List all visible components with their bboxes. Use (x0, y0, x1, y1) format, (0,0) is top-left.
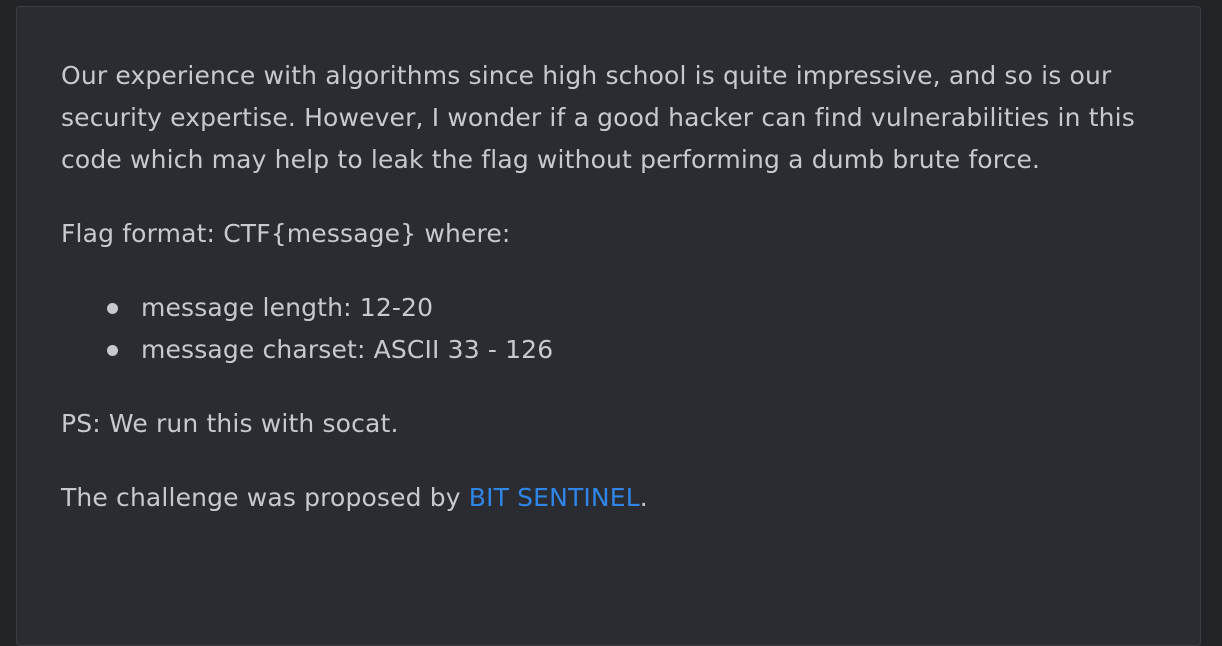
challenge-description: Our experience with algorithms since hig… (61, 55, 1171, 551)
requirements-list: message length: 12-20 message charset: A… (61, 287, 1171, 371)
list-item: message charset: ASCII 33 - 126 (107, 329, 1171, 371)
list-item: message length: 12-20 (107, 287, 1171, 329)
intro-paragraph: Our experience with algorithms since hig… (61, 61, 1135, 174)
challenge-description-panel: Our experience with algorithms since hig… (16, 6, 1201, 646)
proposer-link[interactable]: BIT SENTINEL (469, 483, 640, 512)
proposer-prefix: The challenge was proposed by (61, 483, 469, 512)
proposer-suffix: . (639, 483, 648, 512)
proposer-line: The challenge was proposed by BIT SENTIN… (61, 477, 1171, 519)
flag-format-text: Flag format: CTF{message} where: (61, 219, 511, 248)
ps-note: PS: We run this with socat. (61, 409, 399, 438)
